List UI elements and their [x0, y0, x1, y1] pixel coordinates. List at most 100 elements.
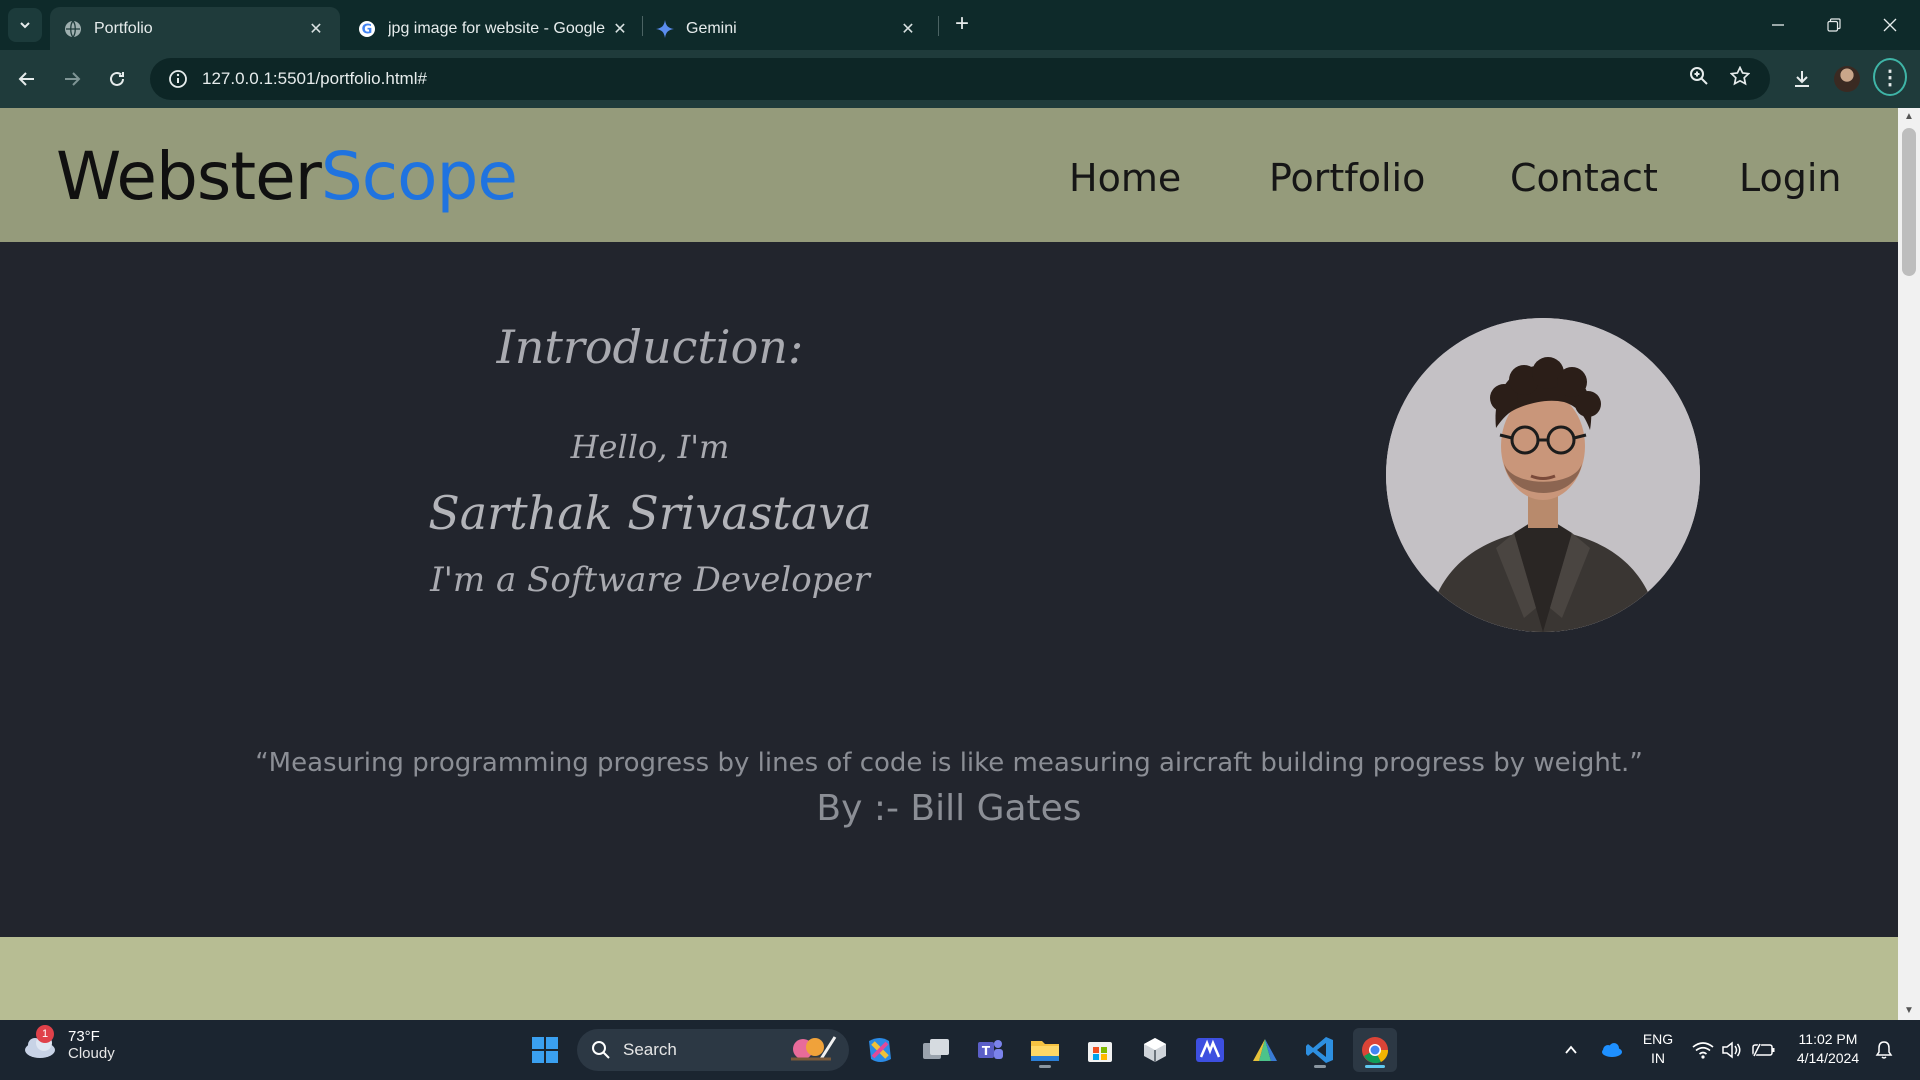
speaker-icon [1722, 1041, 1741, 1059]
nav-login[interactable]: Login [1739, 156, 1842, 200]
site-logo[interactable]: WebsterScope [56, 138, 518, 215]
vscode-app[interactable] [1298, 1028, 1342, 1072]
intro-section: Introduction: Hello, I'm Sarthak Srivast… [0, 242, 1898, 937]
running-indicator [1314, 1065, 1326, 1068]
restore-icon [1827, 18, 1841, 32]
arrow-right-icon [65, 72, 81, 86]
tab-search-button[interactable] [8, 8, 42, 42]
battery-charging-icon [1752, 1043, 1775, 1057]
avatar-icon [1834, 66, 1860, 92]
nav-home[interactable]: Home [1069, 156, 1181, 200]
globe-icon [64, 20, 82, 38]
profile-photo [1386, 318, 1700, 632]
tab-portfolio[interactable]: Portfolio ✕ [50, 7, 340, 50]
running-indicator [1039, 1065, 1051, 1068]
weather-widget[interactable]: 1 73°F Cloudy [22, 1025, 115, 1062]
minimize-icon [1772, 24, 1784, 26]
scrollbar-thumb[interactable] [1902, 128, 1916, 276]
page-viewport: WebsterScope Home Portfolio Contact Logi… [0, 108, 1920, 1020]
language-code: ENG [1642, 1031, 1674, 1047]
tab-title: Gemini [686, 19, 737, 37]
scroll-down-arrow-icon[interactable]: ▼ [1898, 1002, 1920, 1020]
gemini-sparkle-icon [656, 19, 674, 38]
onedrive-cloud-icon [1602, 1043, 1622, 1057]
next-section-band [0, 937, 1898, 1020]
notification-center-button[interactable] [1864, 1028, 1904, 1072]
mathway-app[interactable] [1188, 1028, 1232, 1072]
portrait-illustration [1386, 318, 1700, 632]
tab-title: jpg image for website - Google [388, 19, 605, 37]
clock[interactable]: 11:02 PM 4/14/2024 [1788, 1030, 1868, 1068]
more-vertical-icon: ⋮ [1873, 58, 1907, 96]
clock-date: 4/14/2024 [1796, 1050, 1860, 1066]
copilot-icon [869, 1038, 891, 1062]
unity-hub-app[interactable] [1133, 1028, 1177, 1072]
bookmark-star-icon[interactable] [1726, 62, 1754, 90]
profile-avatar[interactable] [1830, 62, 1864, 96]
site-info-icon[interactable] [160, 69, 196, 89]
search-label: Search [623, 1040, 677, 1059]
nav-portfolio[interactable]: Portfolio [1269, 156, 1425, 200]
chevron-up-icon [1565, 1045, 1577, 1054]
cube-icon [1144, 1038, 1166, 1062]
region-code: IN [1651, 1050, 1665, 1066]
chrome-icon [1362, 1037, 1389, 1064]
close-tab-icon[interactable]: ✕ [306, 19, 326, 39]
site-header: WebsterScope Home Portfolio Contact Logi… [0, 108, 1898, 242]
language-indicator[interactable]: ENG IN [1640, 1030, 1676, 1068]
tab-google-search[interactable]: G jpg image for website - Google ✕ [344, 7, 644, 50]
bell-icon [1875, 1041, 1893, 1059]
scroll-up-arrow-icon[interactable]: ▲ [1898, 108, 1920, 126]
downloads-icon[interactable] [1785, 62, 1819, 96]
url-text[interactable]: 127.0.0.1:5501/portfolio.html# [202, 69, 1770, 89]
page-scrollbar[interactable]: ▲ ▼ [1898, 108, 1920, 1020]
role-text: I'm a Software Developer [430, 560, 870, 600]
tab-separator [938, 16, 939, 36]
quote-author: By :- Bill Gates [816, 788, 1082, 829]
windows-taskbar: 1 73°F Cloudy Search T ENG IN 11:02 PM 4… [0, 1020, 1920, 1080]
minimize-button[interactable] [1750, 0, 1806, 50]
reload-button[interactable] [100, 62, 134, 96]
copilot-app[interactable] [858, 1028, 902, 1072]
greeting-text: Hello, I'm [570, 428, 730, 466]
tab-gemini[interactable]: Gemini ✕ [642, 7, 932, 50]
teams-app[interactable]: T [968, 1028, 1012, 1072]
browser-toolbar: 127.0.0.1:5501/portfolio.html# ⋮ [0, 50, 1920, 108]
folder-icon [1031, 1041, 1059, 1061]
show-hidden-icons-button[interactable] [1549, 1028, 1593, 1072]
tab-title: Portfolio [94, 19, 153, 37]
forward-button[interactable] [55, 62, 89, 96]
svg-text:G: G [362, 22, 373, 37]
vscode-icon [1306, 1037, 1333, 1063]
back-button[interactable] [10, 62, 44, 96]
prism-app[interactable] [1243, 1028, 1287, 1072]
address-bar[interactable]: 127.0.0.1:5501/portfolio.html# [150, 58, 1770, 100]
task-view-app[interactable] [914, 1028, 958, 1072]
onedrive-tray[interactable] [1589, 1028, 1633, 1072]
close-window-button[interactable] [1862, 0, 1918, 50]
battery-tray[interactable] [1744, 1028, 1784, 1072]
cloud-icon: 1 [22, 1025, 58, 1059]
chrome-app[interactable] [1353, 1028, 1397, 1072]
file-explorer-app[interactable] [1023, 1028, 1067, 1072]
notification-badge: 1 [36, 1025, 54, 1043]
chevron-down-icon [20, 22, 30, 29]
section-heading: Introduction: [496, 320, 804, 374]
nav-contact[interactable]: Contact [1510, 156, 1658, 200]
arrow-left-icon [18, 72, 34, 86]
person-name: Sarthak Srivastava [428, 486, 872, 540]
close-tab-icon[interactable]: ✕ [610, 19, 630, 39]
new-tab-button[interactable]: + [948, 10, 976, 38]
math-app-icon [1196, 1038, 1224, 1062]
microsoft-store-app[interactable] [1078, 1028, 1122, 1072]
search-icon [591, 1040, 611, 1060]
zoom-icon[interactable] [1685, 62, 1713, 90]
prism-icon [1253, 1039, 1277, 1061]
logo-accent-text: Scope [320, 138, 518, 215]
weather-temperature: 73°F [68, 1028, 100, 1045]
close-tab-icon[interactable]: ✕ [898, 19, 918, 39]
start-button[interactable] [523, 1028, 567, 1072]
browser-menu-button[interactable]: ⋮ [1873, 58, 1907, 96]
restore-button[interactable] [1806, 0, 1862, 50]
taskbar-search[interactable]: Search [577, 1029, 849, 1071]
